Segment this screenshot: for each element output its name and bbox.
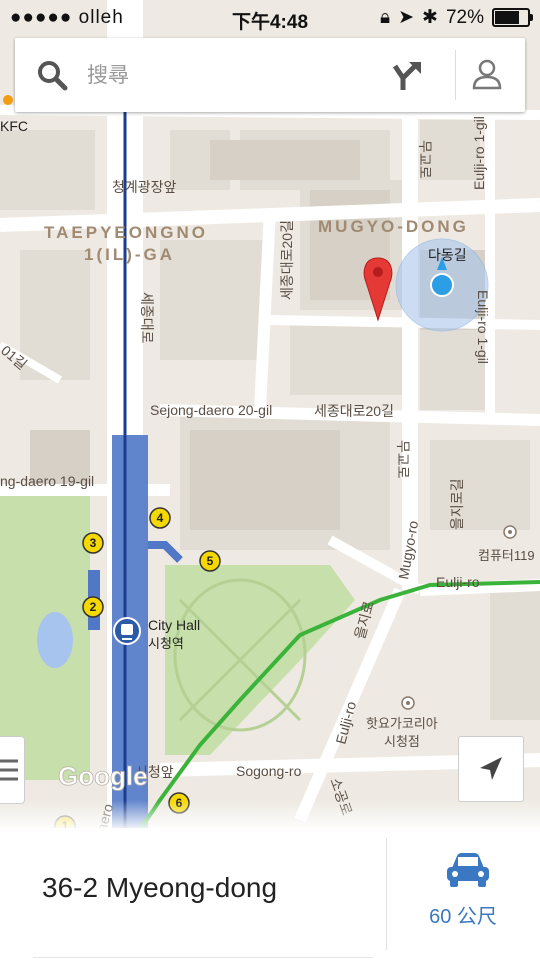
city-hall-en-label: City Hall <box>148 617 200 633</box>
search-divider <box>455 50 456 100</box>
directions-icon[interactable] <box>387 56 425 94</box>
dadong-gil-label: 다동길 <box>428 247 467 263</box>
subway-icon[interactable] <box>113 617 141 645</box>
exit-5-label: 5 <box>207 554 214 568</box>
mugyo-dong-label: MUGYO-DONG <box>318 217 469 236</box>
taepyeongno-label: TAEPYEONGNO <box>44 223 208 242</box>
side-menu-button[interactable] <box>0 736 25 804</box>
location-arrow-icon: ➤ <box>398 7 415 28</box>
place-info-panel[interactable]: 36-2 Myeong-dong 60 公尺 <box>0 828 540 960</box>
search-input[interactable] <box>85 56 379 96</box>
exit-2-label: 2 <box>90 600 97 614</box>
kfc-label: KFC <box>0 118 28 134</box>
hotyoga-label-1: 핫요가코리아 <box>366 716 438 731</box>
menu-icon <box>0 759 18 781</box>
google-logo: Google <box>58 761 148 791</box>
battery-percent: 72% <box>445 6 484 28</box>
account-icon[interactable] <box>467 56 507 94</box>
hotyoga-label-2: 시청점 <box>384 734 420 749</box>
eulji-ro-1gil-top-label: Eulji-ro 1-gil <box>471 116 487 190</box>
bottom-fade <box>0 800 540 830</box>
car-icon[interactable] <box>444 850 492 890</box>
battery-icon <box>492 8 533 27</box>
sejong-20gil-kr-label: 세종대로20길 <box>314 403 394 419</box>
mugyo-ro-kr-top-label: 무교로 <box>417 140 433 179</box>
eulji-ro-1gil-side-label: Eulji-ro 1-gil <box>475 290 491 364</box>
sejong-19gil-label: ng-daero 19-gil <box>0 473 94 489</box>
search-icon[interactable] <box>35 58 69 92</box>
eulji-ro-label: Eulji-ro <box>436 574 480 590</box>
euljiro-gil-label: 을지로길 <box>449 478 465 530</box>
navigation-arrow-icon <box>480 757 502 780</box>
bluetooth-icon: ✱ <box>422 7 438 28</box>
cheonggye-label: 청계광장앞 <box>112 179 177 195</box>
place-name: 36-2 Myeong-dong <box>42 872 278 903</box>
status-bar: ●●●●● olleh 下午4:48 🔒︎ ➤ ✱ 72% <box>0 0 540 36</box>
driving-distance[interactable]: 60 公尺 <box>386 900 540 929</box>
city-hall-kr-label: 시청역 <box>148 636 184 651</box>
my-location-button[interactable] <box>458 736 524 802</box>
panel-bottom-line <box>33 957 373 958</box>
exit-4-label: 4 <box>157 511 164 525</box>
sogong-ro-label: Sogong-ro <box>236 763 302 779</box>
sejong-20gil-vert-label: 세종대로20길 <box>279 220 295 300</box>
exit-3-label: 3 <box>90 536 97 550</box>
sejong-daero-kr-label: 세종대로 <box>139 292 155 344</box>
sejong-20gil-en-label: Sejong-daero 20-gil <box>150 402 272 418</box>
search-bar <box>15 38 525 112</box>
panel-divider <box>386 838 387 950</box>
computer-label: 컴퓨터119 <box>478 548 535 563</box>
mugyo-ro-kr-mid-label: 무교로 <box>395 440 411 479</box>
lock-rotation-icon: 🔒︎ <box>380 6 391 28</box>
taepyeongno-ga-label: 1(IL)-GA <box>84 245 175 264</box>
